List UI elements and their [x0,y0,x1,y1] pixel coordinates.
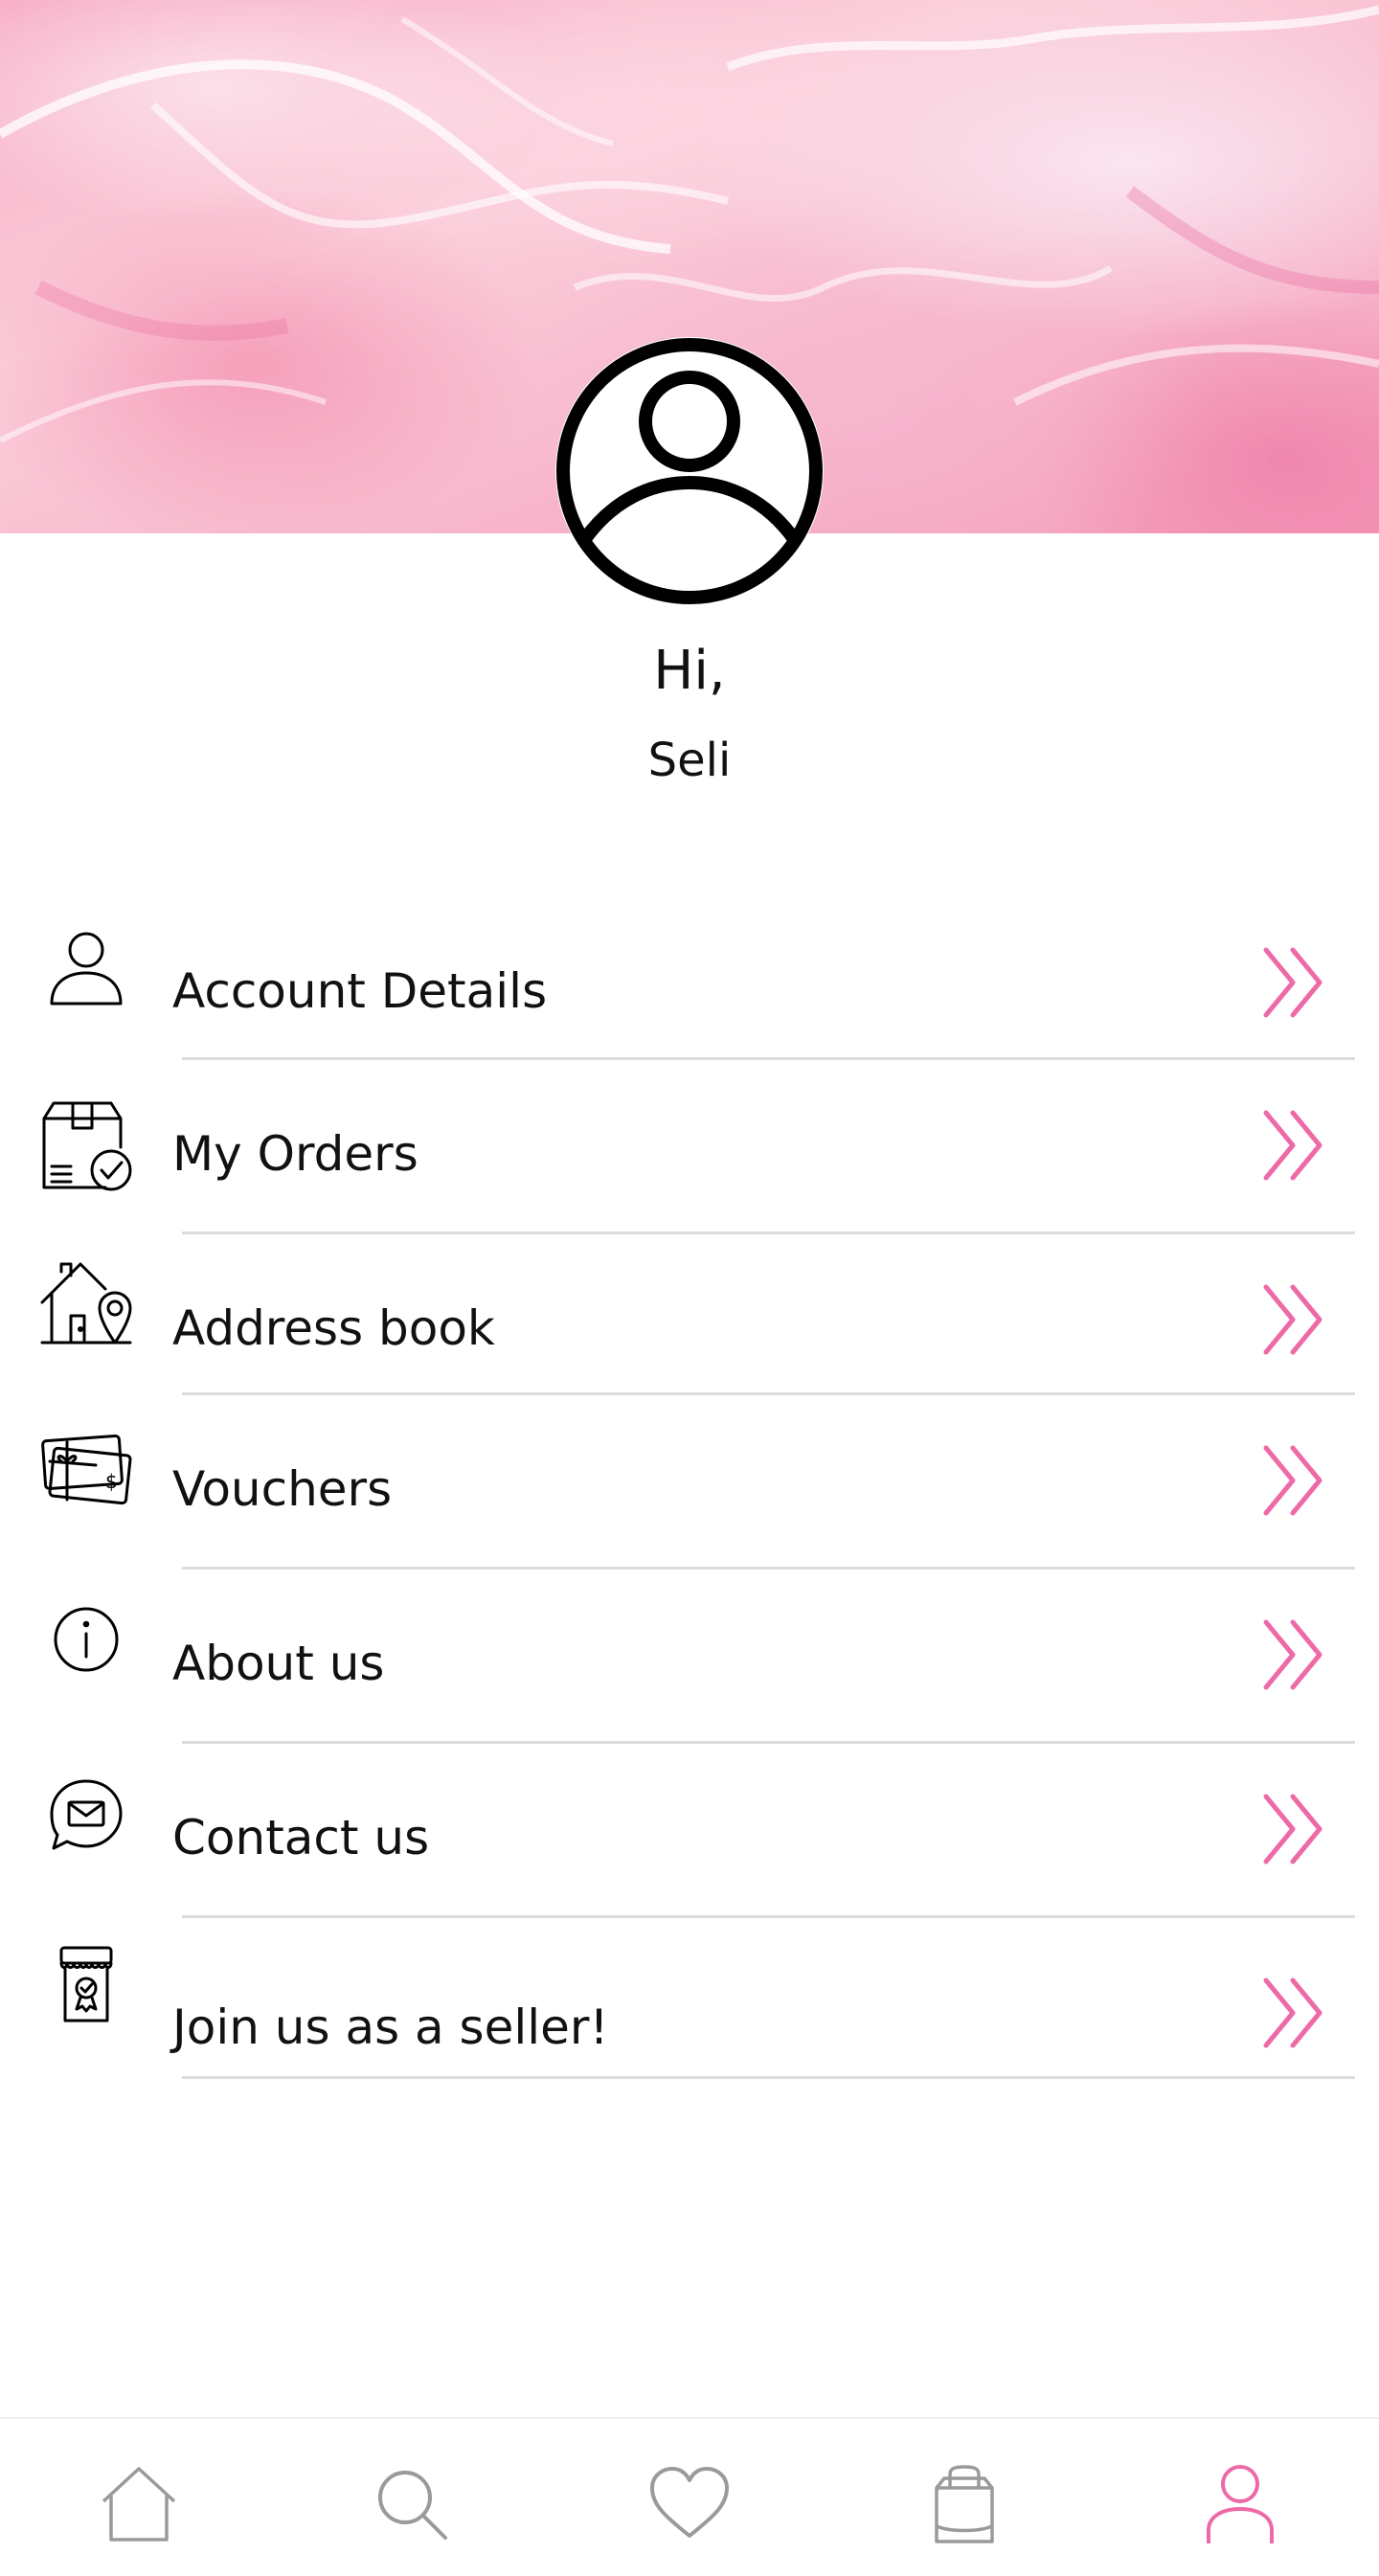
order-box-check-icon [38,1099,134,1195]
menu-divider [182,2076,1355,2079]
double-chevron-right-icon [1260,1975,1329,2051]
menu-item-label: Account Details [172,963,548,1019]
menu-item-vouchers[interactable]: $ Vouchers [0,1394,1379,1567]
menu-item-label: Join us as a seller! [172,2000,609,2055]
menu-item-contact-us[interactable]: Contact us [0,1743,1379,1915]
menu-item-account-details[interactable]: Account Details [0,896,1379,1069]
double-chevron-right-icon [1260,1442,1329,1519]
menu-item-about-us[interactable]: About us [0,1569,1379,1741]
seller-shop-icon [38,1938,134,2034]
user-name: Seli [647,734,732,787]
home-icon [102,2467,176,2542]
shopping-bag-icon [935,2465,994,2543]
menu-item-my-orders[interactable]: My Orders [0,1059,1379,1232]
menu-item-label: My Orders [172,1126,418,1182]
double-chevron-right-icon [1260,1281,1329,1358]
greeting-text: Hi, [653,640,726,702]
double-chevron-right-icon [1260,1791,1329,1867]
avatar[interactable] [555,337,824,605]
menu-item-label: Contact us [172,1810,430,1865]
search-icon [378,2471,447,2540]
info-icon [38,1592,134,1687]
menu-item-label: Address book [172,1300,495,1356]
svg-text:$: $ [105,1470,118,1493]
double-chevron-right-icon [1260,944,1329,1021]
nav-home[interactable] [96,2461,182,2547]
avatar-user-icon [556,338,823,604]
menu-item-address-book[interactable]: Address book [0,1233,1379,1406]
nav-search[interactable] [369,2461,455,2547]
bottom-navigation [0,2417,1379,2576]
nav-profile[interactable] [1197,2461,1283,2547]
mail-chat-icon [38,1768,134,1864]
nav-bag[interactable] [921,2461,1007,2547]
heart-icon [650,2467,729,2538]
profile-icon [1207,2465,1274,2543]
double-chevron-right-icon [1260,1616,1329,1693]
gift-voucher-icon: $ [38,1423,134,1519]
user-icon [38,925,134,1021]
nav-wishlist[interactable] [646,2461,733,2547]
menu-item-label: Vouchers [172,1461,393,1517]
menu-item-join-as-seller[interactable]: Join us as a seller! [0,1917,1379,2090]
house-location-icon [38,1254,134,1350]
menu-item-label: About us [172,1636,385,1691]
double-chevron-right-icon [1260,1107,1329,1184]
